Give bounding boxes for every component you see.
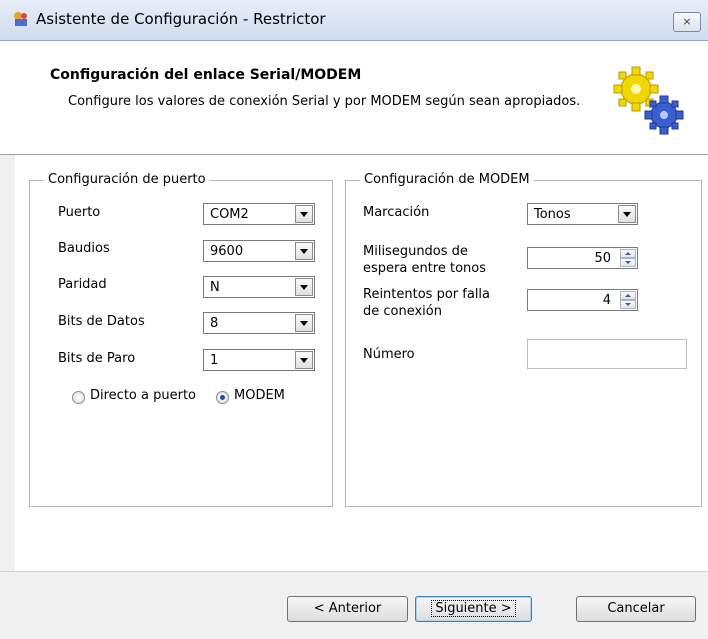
wizard-body: Configuración de puerto Puerto COM2 Baud… [15, 155, 708, 571]
label-numero: Número [363, 347, 415, 362]
port-group-label: Configuración de puerto [44, 172, 210, 187]
dial-select[interactable]: Tonos [527, 203, 638, 225]
close-icon: ⨯ [682, 15, 692, 28]
chevron-down-icon[interactable] [620, 300, 636, 309]
gears-icon [613, 66, 684, 135]
chevron-down-icon[interactable] [295, 242, 313, 260]
retry-stepper-buttons [620, 291, 636, 309]
wizard-header: Configuración del enlace Serial/MODEM Co… [0, 41, 708, 155]
back-button[interactable]: < Anterior [287, 596, 408, 622]
parity-select-value: N [210, 280, 220, 295]
label-baudios: Baudios [58, 241, 110, 256]
next-button[interactable]: Siguiente > [415, 596, 532, 622]
chevron-down-icon[interactable] [295, 314, 313, 332]
chevron-up-icon[interactable] [620, 291, 636, 300]
label-reintentos-2: de conexión [363, 304, 442, 319]
app-icon [14, 12, 27, 26]
retry-stepper-value: 4 [602, 293, 611, 308]
chevron-down-icon[interactable] [620, 258, 636, 267]
label-reintentos-1: Reintentos por falla [363, 287, 491, 302]
cancel-button[interactable]: Cancelar [576, 596, 696, 622]
chevron-down-icon[interactable] [295, 278, 313, 296]
dial-select-value: Tonos [534, 207, 571, 222]
label-bits-datos: Bits de Datos [58, 314, 145, 329]
chevron-down-icon[interactable] [295, 351, 313, 369]
radio-modem[interactable] [216, 391, 229, 404]
wait-stepper-value: 50 [594, 251, 611, 266]
radio-direct-label[interactable]: Directo a puerto [90, 388, 196, 403]
baud-select-value: 9600 [210, 244, 244, 259]
wait-stepper[interactable]: 50 [527, 247, 638, 269]
wizard-footer: < Anterior Siguiente > Cancelar [0, 571, 708, 639]
databits-select-value: 8 [210, 316, 219, 331]
title-bar: Asistente de Configuración - Restrictor … [0, 0, 708, 41]
label-marcacion: Marcación [363, 205, 430, 220]
page-title: Configuración del enlace Serial/MODEM [50, 67, 362, 83]
baud-select[interactable]: 9600 [203, 240, 315, 262]
retry-stepper[interactable]: 4 [527, 289, 638, 311]
modem-group: Configuración de MODEM Marcación Tonos M… [345, 172, 702, 507]
label-paridad: Paridad [58, 277, 107, 292]
radio-direct[interactable] [72, 391, 85, 404]
page-description: Configure los valores de conexión Serial… [68, 94, 581, 109]
next-button-label: Siguiente > [431, 600, 516, 617]
port-select-value: COM2 [210, 207, 249, 222]
chevron-down-icon[interactable] [618, 205, 636, 223]
window-title: Asistente de Configuración - Restrictor [36, 10, 326, 28]
stopbits-select[interactable]: 1 [203, 349, 315, 371]
label-puerto: Puerto [58, 205, 101, 220]
wait-stepper-buttons [620, 249, 636, 267]
parity-select[interactable]: N [203, 276, 315, 298]
port-select[interactable]: COM2 [203, 203, 315, 225]
modem-group-label: Configuración de MODEM [360, 172, 534, 187]
label-espera-2: espera entre tonos [363, 261, 487, 276]
port-group: Configuración de puerto Puerto COM2 Baud… [29, 172, 333, 507]
label-espera-1: Milisegundos de [363, 244, 468, 259]
close-button[interactable]: ⨯ [673, 12, 701, 32]
wizard-window: Asistente de Configuración - Restrictor … [0, 0, 708, 639]
databits-select[interactable]: 8 [203, 312, 315, 334]
chevron-down-icon[interactable] [295, 205, 313, 223]
stopbits-select-value: 1 [210, 353, 219, 368]
number-field[interactable] [527, 339, 687, 369]
label-bits-paro: Bits de Paro [58, 351, 136, 366]
radio-modem-label[interactable]: MODEM [234, 388, 285, 403]
chevron-up-icon[interactable] [620, 249, 636, 258]
